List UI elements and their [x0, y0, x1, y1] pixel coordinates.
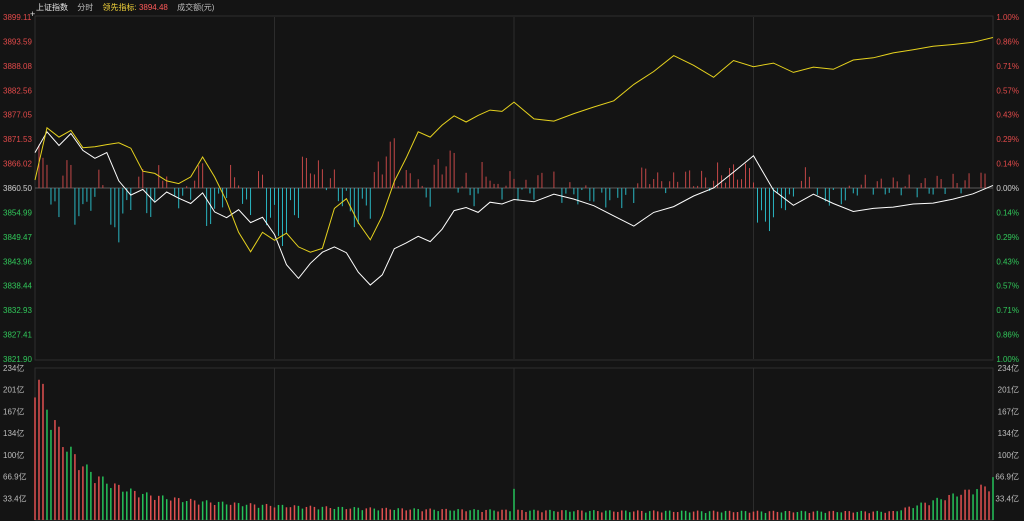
chart-header: 上证指数 分时 领先指标: 3894.48 成交额(元) [36, 3, 221, 13]
percent-tick-label: 0.57% [996, 282, 1019, 291]
percent-tick-label: 0.57% [996, 86, 1019, 95]
advance-decline-bars [38, 138, 986, 246]
price-tick-label: 3888.08 [3, 62, 32, 71]
volume-tick-label: 66.9亿 [995, 472, 1019, 482]
volume-tick-label: 134亿 [998, 428, 1019, 438]
volume-tick-label: 201亿 [3, 384, 24, 394]
volume-tick-label: 66.9亿 [3, 472, 27, 482]
index-name[interactable]: 上证指数 [36, 3, 68, 12]
volume-tick-label: 33.4亿 [995, 493, 1019, 503]
axis-labels: 3899.11 1.00% 3893.59 0.86% 3888.08 0.71% 3882… [3, 13, 1019, 503]
volume-tick-label: 33.4亿 [3, 493, 27, 503]
intraday-chart[interactable]: 3899.11 1.00% 3893.59 0.86% 3888.08 0.71% 3882… [0, 0, 1024, 521]
percent-tick-label: 1.00% [996, 355, 1019, 364]
volume-tick-label: 201亿 [998, 384, 1019, 394]
lead-indicator-label: 领先指标: [102, 3, 137, 12]
price-tick-label: 3860.50 [3, 184, 32, 193]
volume-tick-label: 134亿 [3, 428, 24, 438]
percent-tick-label: 0.86% [996, 37, 1019, 46]
volume-tick-label: 167亿 [3, 407, 24, 417]
price-tick-label: 3849.47 [3, 233, 32, 242]
percent-tick-label: 0.86% [996, 331, 1019, 340]
percent-tick-label: 1.00% [996, 13, 1019, 22]
percent-tick-label: 0.43% [996, 257, 1019, 266]
price-tick-label: 3893.59 [3, 37, 32, 46]
price-tick-label: 3854.99 [3, 208, 32, 217]
percent-tick-label: 0.14% [996, 208, 1019, 217]
volume-tick-label: 234亿 [998, 363, 1019, 373]
percent-tick-label: 0.43% [996, 111, 1019, 120]
price-tick-label: 3843.96 [3, 257, 32, 266]
period-tab[interactable]: 分时 [77, 3, 93, 12]
price-tick-label: 3866.02 [3, 160, 32, 169]
volume-tick-label: 234亿 [3, 363, 24, 373]
volume-tick-label: 100亿 [998, 450, 1019, 460]
lead-indicator-value: 3894.48 [138, 3, 168, 12]
price-tick-label: 3821.90 [3, 355, 32, 364]
price-tick-label: 3871.53 [3, 135, 32, 144]
percent-tick-label: 0.29% [996, 135, 1019, 144]
volume-tick-label: 100亿 [3, 450, 24, 460]
percent-tick-label: 0.29% [996, 233, 1019, 242]
percent-tick-label: 0.71% [996, 306, 1019, 315]
price-tick-label: 3877.05 [3, 111, 32, 120]
percent-tick-label: 0.14% [996, 160, 1019, 169]
volume-tick-label: 167亿 [998, 407, 1019, 417]
price-tick-label: 3838.44 [3, 282, 32, 291]
volume-amount-label: 成交额(元) [177, 3, 215, 12]
chart-grid [34, 15, 994, 521]
crosshair-icon: + [30, 9, 36, 19]
price-tick-label: 3827.41 [3, 331, 32, 340]
price-tick-label: 3882.56 [3, 86, 32, 95]
price-tick-label: 3832.93 [3, 306, 32, 315]
percent-tick-label: 0.71% [996, 62, 1019, 71]
price-tick-label: 3899.11 [3, 13, 32, 22]
percent-tick-label: 0.00% [996, 184, 1019, 193]
